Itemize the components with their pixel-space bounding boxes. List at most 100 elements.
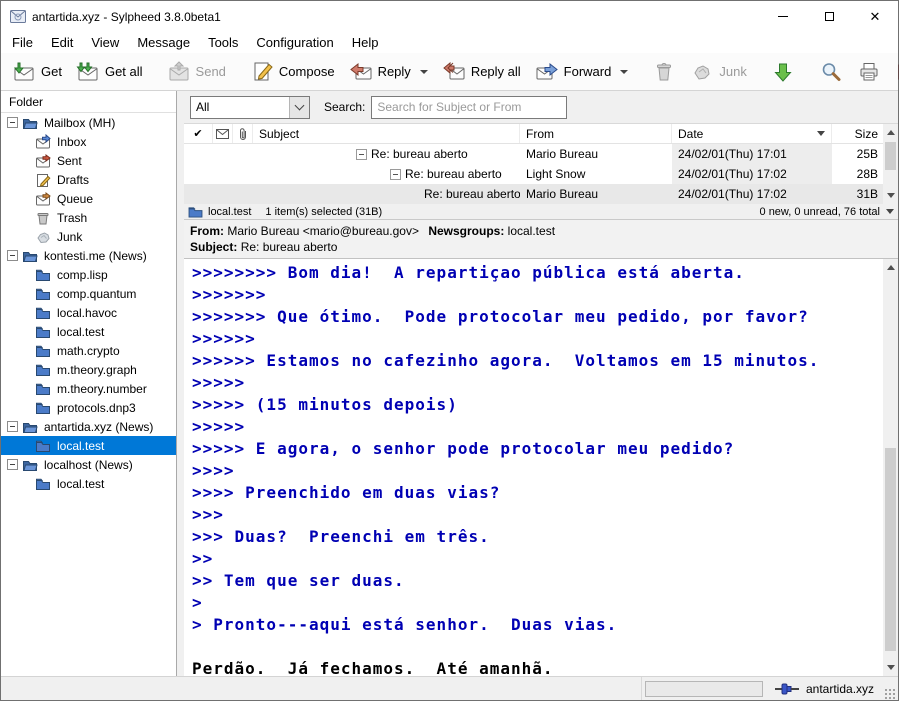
folder-item-math.crypto[interactable]: math.crypto	[1, 341, 176, 360]
quoted-line: >>>> Preenchido em duas vias?	[192, 482, 882, 504]
menu-tools[interactable]: Tools	[199, 32, 247, 53]
list-menu-dropdown-icon[interactable]	[886, 209, 894, 214]
menu-file[interactable]: File	[3, 32, 42, 53]
search-input[interactable]	[371, 96, 567, 119]
scroll-down-icon[interactable]	[883, 187, 898, 204]
dropdown-arrow-icon[interactable]	[420, 70, 428, 74]
folder-item-localhost-news-[interactable]: localhost (News)	[1, 455, 176, 474]
dropdown-arrow-icon[interactable]	[620, 70, 628, 74]
menu-message[interactable]: Message	[128, 32, 199, 53]
folder-item-queue[interactable]: Queue	[1, 189, 176, 208]
column-unread mail-icon[interactable]	[213, 124, 233, 143]
thread-expander-icon[interactable]	[390, 169, 401, 180]
folder-item-local.havoc[interactable]: local.havoc	[1, 303, 176, 322]
execute-button[interactable]	[764, 57, 802, 87]
menu-help[interactable]: Help	[343, 32, 388, 53]
folder-label: m.theory.graph	[57, 363, 137, 377]
folder-label: antartida.xyz (News)	[44, 420, 153, 434]
folder-item-protocols.dnp3[interactable]: protocols.dnp3	[1, 398, 176, 417]
message-row[interactable]: Re: bureau abertoMario Bureau24/02/01(Th…	[184, 144, 898, 164]
folder-open-icon	[22, 115, 38, 131]
folder-item-drafts[interactable]: Drafts	[1, 170, 176, 189]
quoted-line: >>>>> (15 minutos depois)	[192, 394, 882, 416]
close-button[interactable]: ✕	[852, 1, 898, 32]
folder-item-local.test[interactable]: local.test	[1, 436, 176, 455]
folder-item-comp.quantum[interactable]: comp.quantum	[1, 284, 176, 303]
folder-item-local.test[interactable]: local.test	[1, 322, 176, 341]
maximize-button[interactable]	[806, 1, 852, 32]
quoted-line: >>> Duas? Preenchi em três.	[192, 526, 882, 548]
menu-view[interactable]: View	[82, 32, 128, 53]
scrollbar-thumb[interactable]	[885, 448, 896, 651]
thread-expander-icon[interactable]	[356, 149, 367, 160]
trash-big-icon	[652, 60, 676, 84]
send-button: Send	[160, 57, 233, 87]
tree-expander-icon[interactable]	[7, 250, 18, 261]
column-date[interactable]: Date	[672, 124, 832, 143]
scroll-down-icon[interactable]	[883, 659, 898, 676]
scrollbar-thumb[interactable]	[885, 142, 896, 170]
network-plug-icon[interactable]	[775, 683, 799, 695]
get-button[interactable]: Get	[5, 57, 69, 87]
print-button[interactable]	[850, 57, 888, 87]
folder-item-inbox[interactable]: Inbox	[1, 132, 176, 151]
message-row[interactable]: Re: bureau abertoMario Bureau24/02/01(Th…	[184, 184, 898, 204]
search-button[interactable]	[812, 57, 850, 87]
tree-expander-icon[interactable]	[7, 117, 18, 128]
tree-expander-icon[interactable]	[7, 459, 18, 470]
reply-all-button[interactable]: Reply all	[435, 57, 528, 87]
folder-item-trash[interactable]: Trash	[1, 208, 176, 227]
filter-combo[interactable]: All	[190, 96, 310, 119]
column-flag[interactable]: ✔	[184, 124, 213, 143]
address-book-button[interactable]	[888, 57, 899, 87]
message-body-scrollbar[interactable]	[883, 259, 898, 676]
resize-grip[interactable]	[884, 688, 896, 700]
folder-item-mailbox-mh-[interactable]: Mailbox (MH)	[1, 113, 176, 132]
compose-button[interactable]: Compose	[243, 57, 342, 87]
column-subject[interactable]: Subject	[253, 124, 520, 143]
folder-item-junk[interactable]: Junk	[1, 227, 176, 246]
chevron-down-icon[interactable]	[289, 97, 309, 118]
folder-item-local.test[interactable]: local.test	[1, 474, 176, 493]
folder-label: Drafts	[57, 173, 89, 187]
menu-edit[interactable]: Edit	[42, 32, 82, 53]
cell-subject: Re: bureau aberto	[253, 144, 520, 164]
folder-item-sent[interactable]: Sent	[1, 151, 176, 170]
folder-open-icon	[22, 419, 38, 435]
printer-icon	[857, 60, 881, 84]
get-all-button[interactable]: Get all	[69, 57, 150, 87]
statusbar-account: antartida.xyz	[806, 682, 874, 696]
scroll-up-icon[interactable]	[883, 259, 898, 276]
folder-icon	[35, 286, 51, 302]
folder-pane: Folder Mailbox (MH)InboxSentDraftsQueueT…	[1, 91, 177, 676]
forward-button[interactable]: Forward	[528, 57, 636, 87]
quoted-line: >>>>>>	[192, 328, 882, 350]
minimize-button[interactable]	[760, 1, 806, 32]
scroll-up-icon[interactable]	[883, 124, 898, 141]
inbox-icon	[35, 134, 51, 150]
menu-configuration[interactable]: Configuration	[247, 32, 342, 53]
column-size[interactable]: Size	[832, 124, 884, 143]
sent-icon	[35, 153, 51, 169]
folder-item-kontesti.me-news-[interactable]: kontesti.me (News)	[1, 246, 176, 265]
folder-item-comp.lisp[interactable]: comp.lisp	[1, 265, 176, 284]
cell-mmail	[213, 184, 233, 204]
message-row[interactable]: Re: bureau abertoLight Snow24/02/01(Thu)…	[184, 164, 898, 184]
message-rows: Re: bureau abertoMario Bureau24/02/01(Th…	[184, 144, 898, 204]
folder-item-m.theory.number[interactable]: m.theory.number	[1, 379, 176, 398]
newsgroups-value: local.test	[508, 224, 555, 238]
column-from[interactable]: From	[520, 124, 672, 143]
app-icon	[10, 10, 26, 23]
folder-item-m.theory.graph[interactable]: m.theory.graph	[1, 360, 176, 379]
folder-icon	[35, 324, 51, 340]
tree-expander-icon[interactable]	[7, 421, 18, 432]
folder-item-antartida.xyz-news-[interactable]: antartida.xyz (News)	[1, 417, 176, 436]
column-attachment paperclip-icon[interactable]	[233, 124, 253, 143]
list-status-bar: local.test 1 item(s) selected (31B) 0 ne…	[184, 203, 898, 220]
pane-splitter[interactable]	[177, 91, 184, 676]
reply-icon	[349, 60, 373, 84]
quoted-line: >>>>	[192, 460, 882, 482]
reply-button[interactable]: Reply	[342, 57, 435, 87]
folder-label: comp.quantum	[57, 287, 136, 301]
message-list-scrollbar[interactable]	[883, 124, 898, 204]
